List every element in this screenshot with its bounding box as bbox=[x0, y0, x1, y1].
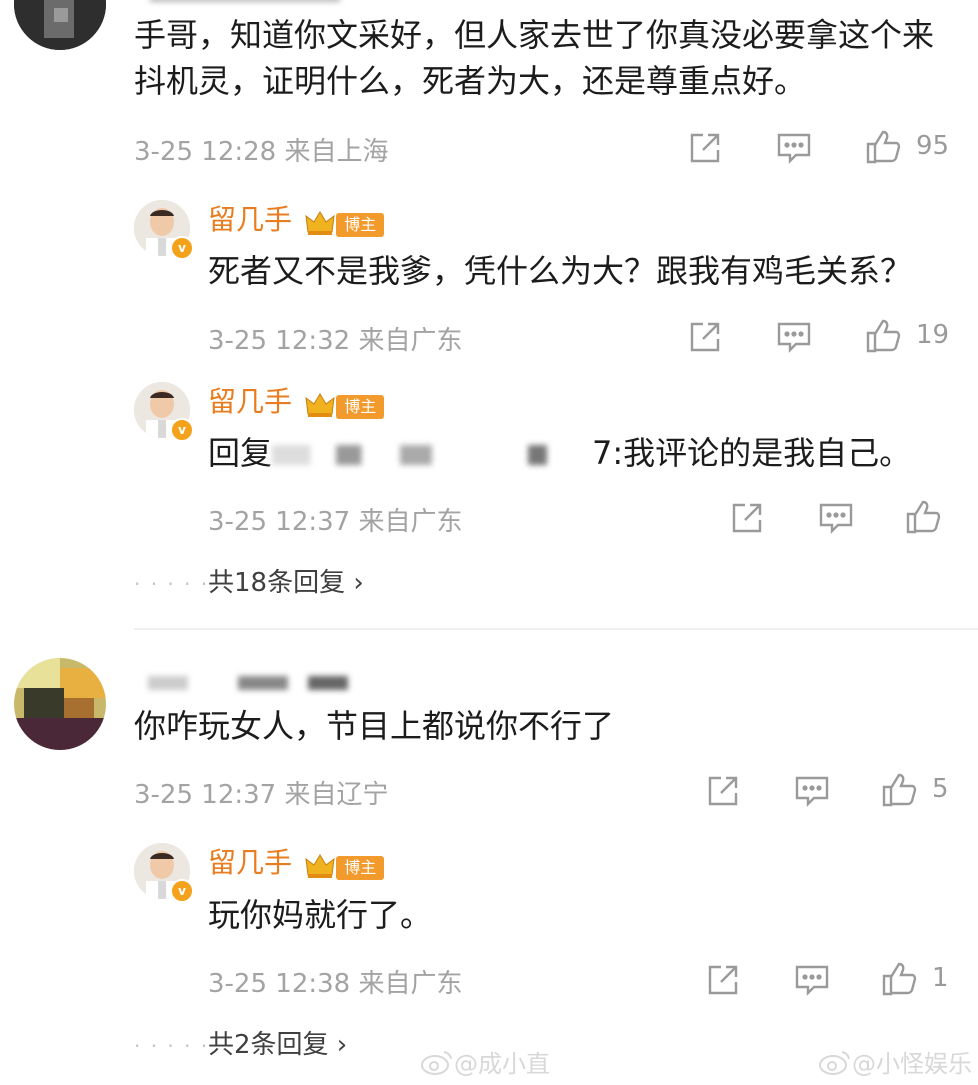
watermark: @成小直 bbox=[420, 1044, 550, 1082]
like-count: 95 bbox=[916, 131, 950, 161]
author-name[interactable]: 留几手 bbox=[208, 846, 292, 879]
watermark: @小怪娱乐 bbox=[818, 1044, 972, 1082]
reply-text: 回复 7:我评论的是我自己。 bbox=[208, 434, 912, 472]
like-icon[interactable] bbox=[880, 771, 918, 809]
crown-icon bbox=[305, 392, 335, 422]
more-replies-link[interactable]: 共2条回复 › bbox=[208, 1024, 347, 1061]
share-icon[interactable] bbox=[688, 320, 722, 354]
like-count: 5 bbox=[932, 774, 949, 804]
comment-text: 你咋玩女人，节目上都说你不行了 bbox=[134, 707, 615, 745]
more-dots: · · · · · bbox=[134, 1034, 210, 1058]
comment-icon[interactable] bbox=[818, 501, 854, 535]
share-icon[interactable] bbox=[688, 131, 722, 165]
verified-badge-icon: v bbox=[170, 236, 194, 260]
more-replies-link[interactable]: 共18条回复 › bbox=[208, 562, 364, 599]
reply-author-row: 留几手 博主 bbox=[208, 198, 385, 240]
comment-icon[interactable] bbox=[794, 774, 830, 808]
share-icon[interactable] bbox=[706, 774, 740, 808]
weibo-logo-icon bbox=[420, 1048, 454, 1082]
divider bbox=[134, 628, 978, 630]
like-icon[interactable] bbox=[864, 128, 902, 166]
reply-author-row: 留几手 博主 bbox=[208, 841, 385, 883]
like-count: 1 bbox=[932, 963, 949, 993]
like-icon[interactable] bbox=[904, 498, 942, 536]
weibo-logo-icon bbox=[818, 1048, 852, 1082]
like-icon[interactable] bbox=[864, 317, 902, 355]
share-icon[interactable] bbox=[706, 963, 740, 997]
verified-badge-icon: v bbox=[170, 418, 194, 442]
comment-icon[interactable] bbox=[776, 320, 812, 354]
like-count: 19 bbox=[916, 320, 950, 350]
reply-time: 3-25 12:38 来自广东 bbox=[208, 969, 463, 999]
comment-icon[interactable] bbox=[776, 131, 812, 165]
comment-text: 手哥，知道你文采好，但人家去世了你真没必要拿这个来抖机灵，证明什么，死者为大，还… bbox=[134, 16, 935, 100]
reply-author-row: 留几手 博主 bbox=[208, 380, 385, 422]
crown-icon bbox=[305, 210, 335, 240]
author-name[interactable]: 留几手 bbox=[208, 203, 292, 236]
blogger-tag: 博主 bbox=[336, 394, 385, 419]
more-dots: · · · · · bbox=[134, 572, 210, 596]
commenter-avatar[interactable] bbox=[14, 0, 106, 50]
blogger-tag: 博主 bbox=[336, 212, 385, 237]
reply-text: 玩你妈就行了。 bbox=[208, 896, 433, 934]
commenter-name-redacted bbox=[150, 0, 340, 2]
blogger-tag: 博主 bbox=[336, 855, 385, 880]
share-icon[interactable] bbox=[730, 501, 764, 535]
comment-time: 3-25 12:37 来自辽宁 bbox=[134, 780, 389, 810]
reply-text: 死者又不是我爹，凭什么为大？跟我有鸡毛关系？ bbox=[208, 252, 913, 290]
redacted-username bbox=[272, 445, 593, 465]
comment-icon[interactable] bbox=[794, 963, 830, 997]
commenter-avatar[interactable] bbox=[14, 658, 106, 750]
verified-badge-icon: v bbox=[170, 879, 194, 903]
commenter-name-redacted bbox=[148, 676, 348, 690]
reply-time: 3-25 12:37 来自广东 bbox=[208, 507, 463, 537]
comment-time: 3-25 12:28 来自上海 bbox=[134, 137, 389, 167]
like-icon[interactable] bbox=[880, 960, 918, 998]
reply-time: 3-25 12:32 来自广东 bbox=[208, 326, 463, 356]
crown-icon bbox=[305, 853, 335, 883]
author-name[interactable]: 留几手 bbox=[208, 385, 292, 418]
